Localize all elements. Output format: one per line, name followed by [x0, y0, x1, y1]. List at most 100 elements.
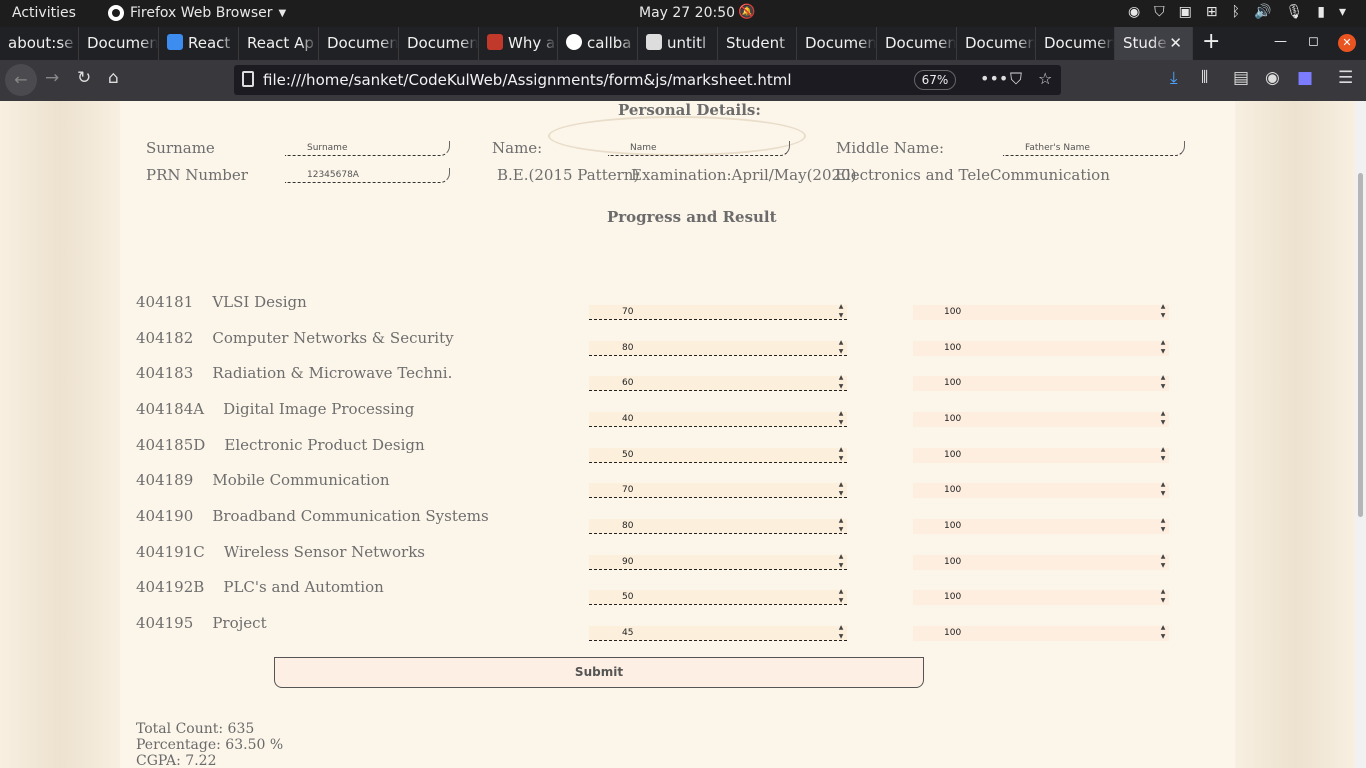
spinner-icon[interactable]: ▲ ▼ — [1159, 623, 1167, 641]
marks-input[interactable]: 70 ▲ ▼ — [589, 480, 847, 498]
marks-input[interactable]: 50 ▲ ▼ — [589, 587, 847, 605]
screen-icon[interactable]: ▣ — [1179, 4, 1192, 20]
marks-input[interactable]: 45 ▲ ▼ — [589, 623, 847, 641]
spinner-icon[interactable]: ▲ ▼ — [1159, 338, 1167, 356]
max-marks-input[interactable]: 100 ▲ ▼ — [913, 516, 1169, 534]
marks-input[interactable]: 60 ▲ ▼ — [589, 373, 847, 391]
firefox-icon — [108, 5, 124, 21]
spinner-icon[interactable]: ▲ ▼ — [837, 338, 845, 356]
max-marks-input[interactable]: 100 ▲ ▼ — [913, 409, 1169, 427]
maximize-button[interactable]: ◻ — [1308, 34, 1319, 49]
minimize-button[interactable]: — — [1274, 34, 1287, 49]
max-marks-input[interactable]: 100 ▲ ▼ — [913, 373, 1169, 391]
spinner-icon[interactable]: ▲ ▼ — [837, 409, 845, 427]
battery-icon[interactable]: ▮ — [1317, 4, 1325, 20]
tab[interactable]: Student — [718, 27, 797, 60]
account-icon[interactable]: ◉ — [1265, 68, 1280, 88]
spinner-icon[interactable]: ▲ ▼ — [1159, 552, 1167, 570]
new-tab-button[interactable]: + — [1202, 29, 1220, 54]
tab[interactable]: Documen — [877, 27, 957, 60]
tab[interactable]: callba — [558, 27, 638, 60]
reload-button[interactable]: ↻ — [77, 68, 91, 88]
surname-input[interactable]: Surname — [285, 141, 450, 156]
tab[interactable]: Documen — [79, 27, 159, 60]
clock[interactable]: May 27 20:50 — [639, 5, 735, 21]
extension-icon[interactable]: ■ — [1297, 68, 1313, 88]
activities-button[interactable]: Activities — [12, 5, 76, 21]
marks-input[interactable]: 50 ▲ ▼ — [589, 445, 847, 463]
back-button[interactable]: ← — [5, 64, 37, 96]
max-marks-input[interactable]: 100 ▲ ▼ — [913, 480, 1169, 498]
url-text[interactable]: file:///home/sanket/CodeKulWeb/Assignmen… — [263, 71, 792, 89]
spinner-icon[interactable]: ▲ ▼ — [1159, 587, 1167, 605]
spinner-icon[interactable]: ▲ ▼ — [837, 552, 845, 570]
tab[interactable]: about:se — [0, 27, 79, 60]
marks-input[interactable]: 80 ▲ ▼ — [589, 338, 847, 356]
home-button[interactable]: ⌂ — [108, 68, 119, 88]
spinner-icon[interactable]: ▲ ▼ — [837, 587, 845, 605]
page-actions-icon[interactable]: ••• — [980, 69, 1008, 88]
library-icon[interactable]: ⫴ — [1201, 68, 1208, 88]
spinner-icon[interactable]: ▲ ▼ — [1159, 480, 1167, 498]
spinner-icon[interactable]: ▲ ▼ — [1159, 373, 1167, 391]
tab[interactable]: Documen — [319, 27, 399, 60]
bluetooth-icon[interactable]: ᛒ — [1232, 4, 1240, 20]
spinner-icon[interactable]: ▲ ▼ — [1159, 445, 1167, 463]
tab[interactable]: Documen — [957, 27, 1036, 60]
max-marks-input[interactable]: 100 ▲ ▼ — [913, 445, 1169, 463]
marks-input[interactable]: 70 ▲ ▼ — [589, 302, 847, 320]
tab[interactable]: Documen — [399, 27, 479, 60]
record-icon[interactable]: ◉ — [1128, 4, 1140, 20]
prn-input[interactable]: 12345678A — [285, 168, 450, 183]
tab[interactable]: Documen — [1036, 27, 1115, 60]
spinner-icon[interactable]: ▲ ▼ — [837, 516, 845, 534]
system-tray[interactable]: ◉ ⛉ ▣ ⊞ ᛒ 🔊 🎙 ▮ ▾ — [1128, 4, 1346, 20]
url-bar[interactable]: file:///home/sanket/CodeKulWeb/Assignmen… — [234, 65, 1061, 95]
max-marks-input[interactable]: 100 ▲ ▼ — [913, 623, 1169, 641]
exam-text: Examination:April/May(2020) — [631, 166, 857, 184]
name-input[interactable]: Name — [608, 141, 790, 156]
middle-name-input[interactable]: Father's Name — [1003, 141, 1185, 156]
microphone-icon[interactable]: 🎙 — [1285, 4, 1303, 20]
max-marks-input[interactable]: 100 ▲ ▼ — [913, 552, 1169, 570]
app-menu[interactable]: Firefox Web Browser ▼ — [108, 5, 286, 21]
bookmark-star-icon[interactable]: ☆ — [1038, 69, 1052, 88]
spinner-icon[interactable]: ▲ ▼ — [1159, 302, 1167, 320]
zoom-indicator[interactable]: 67% — [914, 70, 956, 90]
spinner-icon[interactable]: ▲ ▼ — [837, 623, 845, 641]
tab[interactable]: Why a — [479, 27, 558, 60]
close-tab-icon[interactable]: ✕ — [1169, 34, 1182, 52]
max-marks-input[interactable]: 100 ▲ ▼ — [913, 338, 1169, 356]
tab[interactable]: React Ap — [239, 27, 319, 60]
submit-button[interactable]: Submit — [274, 657, 924, 688]
forward-button[interactable]: → — [45, 68, 59, 88]
volume-icon[interactable]: 🔊 — [1254, 4, 1271, 20]
marks-input[interactable]: 90 ▲ ▼ — [589, 552, 847, 570]
spinner-icon[interactable]: ▲ ▼ — [837, 480, 845, 498]
spinner-icon[interactable]: ▲ ▼ — [837, 373, 845, 391]
network-icon[interactable]: ⊞ — [1206, 4, 1218, 20]
subject-name: Computer Networks & Security — [212, 329, 454, 347]
scrollbar-thumb[interactable] — [1358, 173, 1363, 517]
marks-input[interactable]: 80 ▲ ▼ — [589, 516, 847, 534]
tab[interactable]: React — [159, 27, 239, 60]
menu-icon[interactable]: ☰ — [1338, 68, 1353, 88]
max-marks-input[interactable]: 100 ▲ ▼ — [913, 587, 1169, 605]
tab-active[interactable]: Stude ✕ — [1115, 27, 1193, 60]
spinner-icon[interactable]: ▲ ▼ — [1159, 409, 1167, 427]
tab[interactable]: Documen — [797, 27, 877, 60]
downloads-icon[interactable]: ⤓ — [1170, 68, 1178, 88]
chevron-down-icon[interactable]: ▾ — [1339, 4, 1346, 20]
spinner-icon[interactable]: ▲ ▼ — [1159, 516, 1167, 534]
close-window-button[interactable]: ✕ — [1338, 34, 1356, 52]
page-scrollbar[interactable] — [1355, 101, 1366, 768]
max-marks-input[interactable]: 100 ▲ ▼ — [913, 302, 1169, 320]
tab[interactable]: untitl — [638, 27, 718, 60]
pocket-icon[interactable]: ⛉ — [1010, 69, 1022, 89]
shield-icon[interactable]: ⛉ — [1154, 4, 1165, 20]
spinner-icon[interactable]: ▲ ▼ — [837, 445, 845, 463]
marks-value: 45 — [622, 628, 634, 638]
spinner-icon[interactable]: ▲ ▼ — [837, 302, 845, 320]
marks-input[interactable]: 40 ▲ ▼ — [589, 409, 847, 427]
sidebar-icon[interactable]: ▤ — [1233, 68, 1249, 88]
